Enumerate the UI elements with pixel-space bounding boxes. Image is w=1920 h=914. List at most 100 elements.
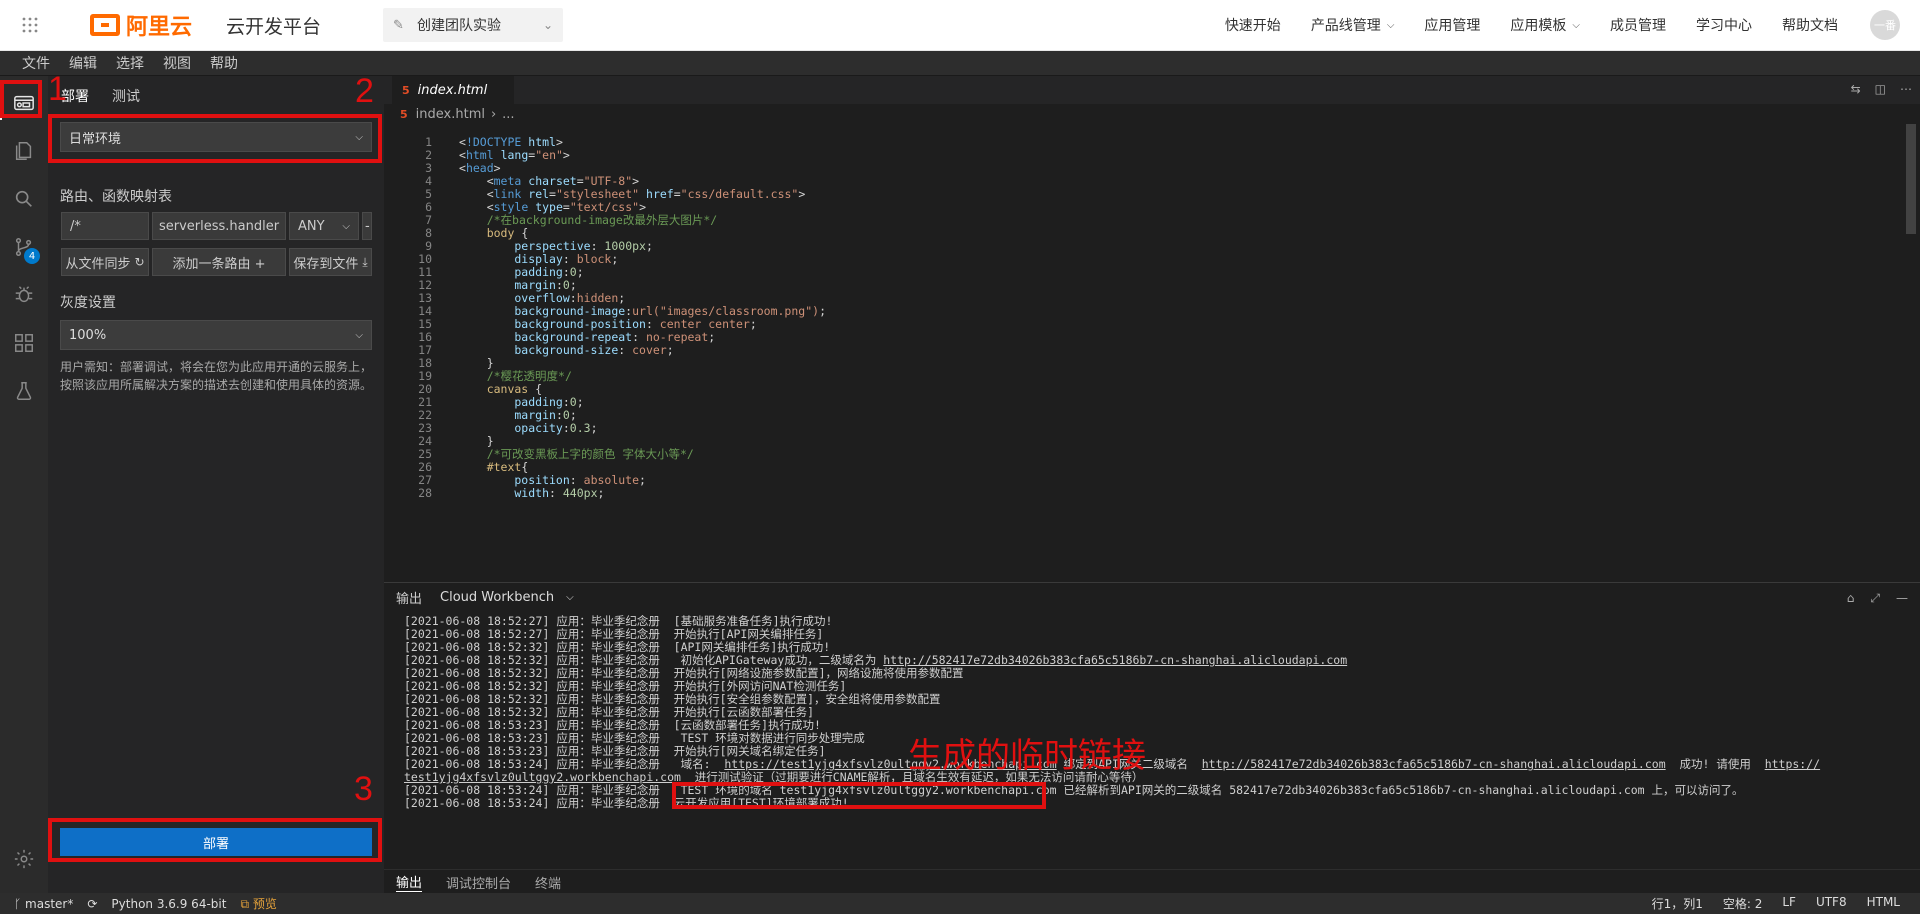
search-icon[interactable] — [0, 176, 48, 222]
topnav-item[interactable]: 应用模板 ⌵ — [1510, 15, 1580, 35]
team-select[interactable]: ✎ 创建团队实验 ⌄ — [383, 8, 564, 42]
menu-item[interactable]: 选择 — [94, 53, 144, 73]
app-grid-icon[interactable] — [0, 0, 60, 51]
indentation[interactable]: 空格: 2 — [1723, 895, 1763, 912]
chevron-down-icon: ⌵ — [566, 591, 574, 603]
route-method-select[interactable]: ANY ⌵ — [289, 212, 359, 240]
output-channel-select[interactable]: Cloud Workbench ⌵ — [440, 590, 574, 605]
deploy-sidebar: 部署 测试 日常环境 ⌵ 路由、函数映射表 /* serverless.hand… — [48, 76, 384, 893]
code-line: 28 width: 440px; — [384, 485, 1884, 501]
code-token: : — [549, 486, 563, 500]
avatar[interactable]: 一番 — [1870, 10, 1900, 40]
split-editor-icon[interactable]: ◫ — [1875, 82, 1886, 96]
breadcrumb-file[interactable]: index.html — [416, 107, 485, 122]
topnav-item[interactable]: 产品线管理 ⌵ — [1311, 15, 1395, 35]
sync-from-file-button[interactable]: 从文件同步 ↻ — [61, 248, 149, 276]
gray-percentage-value: 100% — [69, 327, 107, 343]
add-route-button[interactable]: 添加一条路由 + — [152, 248, 286, 276]
top-header: 阿里云 云开发平台 ✎ 创建团队实验 ⌄ 快速开始 产品线管理 ⌵ 应用管理 应用模板 ⌵… — [0, 0, 1920, 51]
gray-percentage-select[interactable]: 100% ⌵ — [60, 320, 372, 350]
panel-tab-debug-console[interactable]: 调试控制台 — [446, 873, 511, 892]
encoding[interactable]: UTF8 — [1816, 895, 1847, 912]
code-area[interactable]: 1 <!DOCTYPE html> 2 <html lang="en"> 3 <head>… — [384, 134, 1904, 582]
preview-label: 预览 — [252, 897, 277, 911]
topnav-item[interactable]: 应用管理 — [1424, 15, 1480, 35]
maximize-panel-icon[interactable]: ⤢ — [1870, 591, 1880, 606]
html-file-icon: 5 — [400, 107, 408, 121]
more-icon[interactable]: ⋯ — [1900, 82, 1912, 96]
topnav-item-label: 应用管理 — [1424, 18, 1481, 34]
topnav-item[interactable]: 帮助文档 — [1782, 15, 1838, 35]
editor-actions: ⇆ ◫ ⋯ — [1837, 82, 1912, 96]
debug-icon[interactable] — [0, 272, 48, 318]
extensions-icon[interactable] — [0, 320, 48, 366]
panel-tab-output[interactable]: 输出 — [396, 872, 423, 892]
tab-test[interactable]: 测试 — [112, 86, 140, 106]
menu-item[interactable]: 视图 — [141, 53, 191, 73]
compare-icon[interactable]: ⇆ — [1851, 82, 1861, 96]
chevron-down-icon: ⌄ — [542, 18, 554, 32]
git-badge: 4 — [24, 248, 40, 264]
branch-status[interactable]: ᚴ master* — [14, 897, 73, 911]
annotation-box-2 — [48, 114, 382, 163]
topnav-item-label: 应用模板 — [1510, 18, 1567, 34]
files-icon[interactable] — [0, 128, 48, 174]
output-log[interactable]: [2021-06-08 18:52:27] 应用：毕业季纪念册 [基础服务准备任… — [404, 613, 1904, 863]
route-remove-button[interactable]: - — [362, 212, 372, 240]
git-branch-icon: ᚴ — [14, 896, 22, 911]
lock-scroll-icon[interactable]: ⌂ — [1847, 591, 1855, 606]
annotation-box-1 — [0, 80, 42, 118]
topnav-item-label: 帮助文档 — [1782, 18, 1838, 34]
preview-status[interactable]: ⧉ 预览 — [240, 895, 276, 912]
menu-item[interactable]: 帮助 — [188, 53, 238, 73]
chevron-down-icon: ⌵ — [1386, 19, 1395, 31]
log-link[interactable]: http://582417e72db34026b383cfa65c5186b7-… — [1202, 757, 1666, 771]
editor-tab-index-html[interactable]: 5 index.html — [392, 76, 514, 104]
line-ending[interactable]: LF — [1782, 895, 1796, 912]
panel-tab-terminal[interactable]: 终端 — [535, 873, 561, 892]
top-nav: 快速开始 产品线管理 ⌵ 应用管理 应用模板 ⌵ 成员管理 学习中心 帮助文档 — [1225, 0, 1868, 51]
panel-title: 输出 — [396, 591, 423, 607]
code-editor: 5 index.html ⇆ ◫ ⋯ 5 index.html › ... 1 <… — [384, 76, 1920, 582]
save-button-label: 保存到文件 — [293, 256, 359, 272]
editor-scrollbar[interactable] — [1906, 124, 1916, 234]
route-method-value: ANY — [298, 218, 325, 234]
app-root: 阿里云 云开发平台 ✎ 创建团队实验 ⌄ 快速开始 产品线管理 ⌵ 应用管理 应用模板 ⌵… — [0, 0, 1920, 914]
language-mode[interactable]: HTML — [1867, 895, 1900, 912]
chevron-down-icon: ⌵ — [342, 220, 350, 232]
log-link[interactable]: https:// — [1765, 757, 1820, 771]
activity-bar: 4 — [0, 76, 48, 893]
log-text: 成功! 请使用 — [1665, 757, 1765, 771]
route-path-input[interactable]: /* — [61, 212, 149, 240]
brand-logo[interactable]: 阿里云 — [90, 9, 192, 41]
status-right: 行1，列1 空格: 2 LF UTF8 HTML — [1652, 895, 1920, 912]
cursor-position[interactable]: 行1，列1 — [1652, 895, 1703, 912]
status-bar: ᚴ master* ⟳ Python 3.6.9 64-bit ⧉ 预览 行1，… — [0, 893, 1920, 914]
annotation-caption: 生成的临时链接 — [908, 736, 1146, 776]
breadcrumb-more[interactable]: ... — [502, 107, 514, 122]
sync-status-icon[interactable]: ⟳ — [87, 897, 97, 911]
annotation-box-link — [672, 782, 1046, 809]
topnav-item[interactable]: 快速开始 — [1225, 15, 1281, 35]
editor-tab-label: index.html — [417, 82, 488, 98]
download-icon: ⤓ — [362, 254, 368, 269]
topnav-item-label: 产品线管理 — [1310, 18, 1381, 34]
platform-title: 云开发平台 — [226, 15, 322, 38]
code-token: 440px — [562, 486, 598, 500]
topnav-item[interactable]: 成员管理 — [1610, 15, 1666, 35]
user-notice: 用户需知：部署调试，将会在您为此应用开通的云服务上，按照该应用所属解决方案的描述… — [60, 360, 373, 392]
python-interpreter[interactable]: Python 3.6.9 64-bit — [111, 897, 226, 911]
logo-mark-icon — [90, 14, 120, 36]
save-to-file-button[interactable]: 保存到文件 ⤓ — [289, 248, 372, 276]
topnav-item[interactable]: 学习中心 — [1696, 15, 1752, 35]
menu-item[interactable]: 文件 — [0, 53, 50, 73]
minimize-panel-icon[interactable]: — — [1896, 591, 1908, 606]
refresh-icon: ↻ — [134, 255, 145, 269]
output-channel-value: Cloud Workbench — [440, 589, 555, 605]
settings-gear-icon[interactable] — [0, 836, 48, 882]
panel-tabs: 输出 调试控制台 终端 — [384, 869, 1920, 894]
test-flask-icon[interactable] — [0, 368, 48, 414]
topnav-item-label: 快速开始 — [1224, 18, 1281, 34]
source-control-icon[interactable]: 4 — [0, 224, 48, 270]
route-handler-input[interactable]: serverless.handler — [152, 212, 286, 240]
